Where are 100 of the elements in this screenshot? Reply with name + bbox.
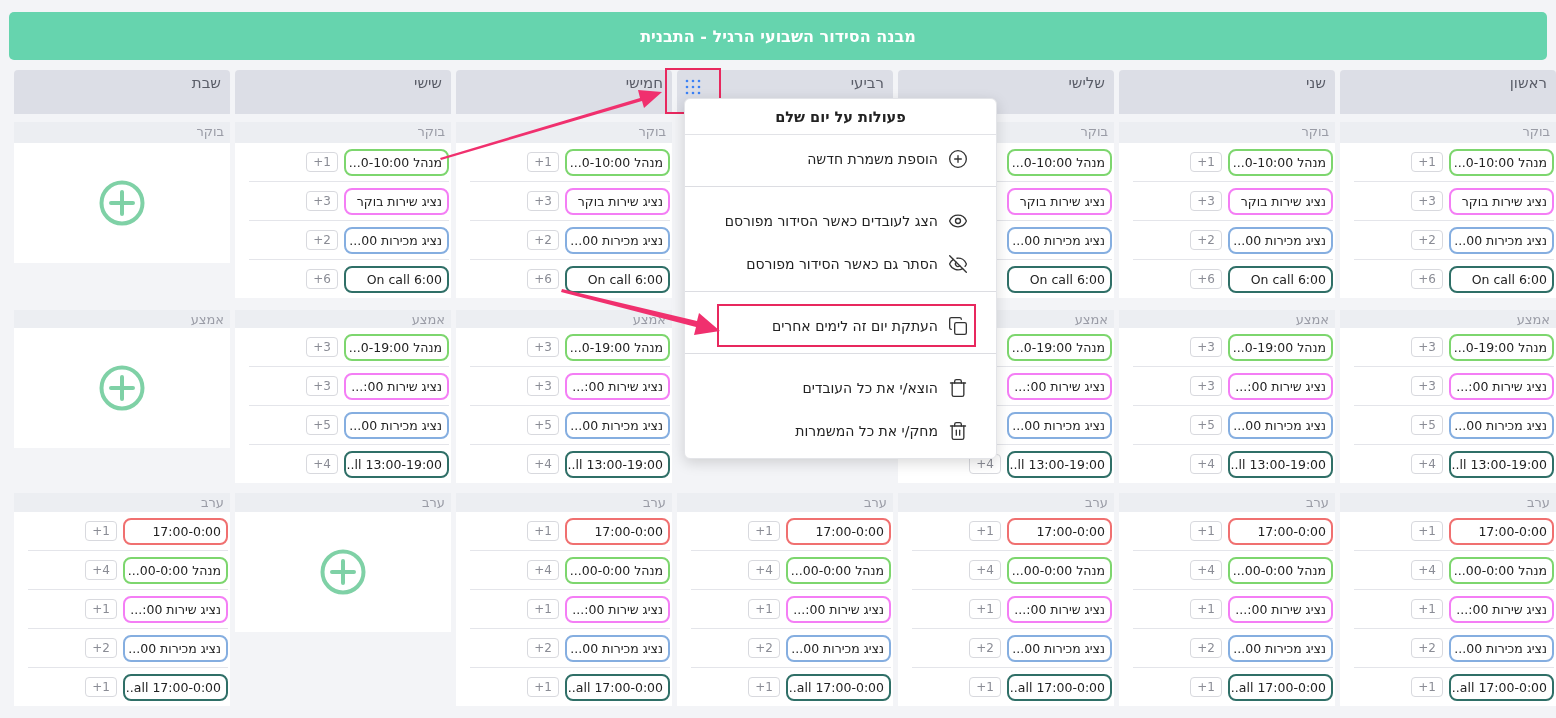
menu-item[interactable]: הוצא/י את כל העובדים: [717, 366, 976, 409]
shift-chip[interactable]: נציג שירות 00:...: [786, 595, 891, 623]
shift-chip[interactable]: נציג מכירות 00...: [1007, 634, 1112, 662]
shift-chip[interactable]: נציג שירות 00:...: [1449, 372, 1554, 400]
count-chip: +4: [748, 560, 780, 580]
shift-chip[interactable]: מנהל 0-10:00...: [565, 148, 670, 176]
count-chip: +3: [306, 376, 338, 396]
shift-chip[interactable]: נציג שירות 00:...: [1007, 372, 1112, 400]
count-chip: +1: [85, 677, 117, 697]
shift-chip[interactable]: מנהל 0-19:00...: [1228, 333, 1333, 361]
shift-chip[interactable]: מנהל 0-10:00...: [1228, 148, 1333, 176]
shift-chip[interactable]: מנהל 00-0:00...: [565, 556, 670, 584]
shift-chip[interactable]: 13:00-19:00 ll...: [1449, 450, 1554, 478]
shift-chip[interactable]: נציג שירות 00:...: [1228, 372, 1333, 400]
shift-chip[interactable]: On call 6:00: [565, 265, 670, 293]
shift-chip[interactable]: נציג מכירות 00...: [1228, 411, 1333, 439]
shift-chip[interactable]: נציג מכירות 00...: [565, 226, 670, 254]
shift-chip[interactable]: מנהל 0-10:00...: [1449, 148, 1554, 176]
count-chip: +4: [969, 560, 1001, 580]
shift-chip[interactable]: מנהל 0-19:00...: [1007, 333, 1112, 361]
menu-item[interactable]: הצג לעובדים כאשר הסידור מפורסם: [714, 199, 976, 242]
shift-chip[interactable]: On call 6:00: [1449, 265, 1554, 293]
shift-chip[interactable]: מנהל 00-0:00...: [1007, 556, 1112, 584]
shift-chip[interactable]: 17:00-0:00: [1228, 517, 1333, 545]
shift-chip[interactable]: נציג שירות בוקר: [344, 187, 449, 215]
shift-chip[interactable]: 13:00-19:00 ll...: [344, 450, 449, 478]
count-chip: +6: [306, 269, 338, 289]
add-shift-button[interactable]: [320, 549, 366, 595]
shift-chip[interactable]: 17:00-0:00: [123, 517, 228, 545]
shift-chip[interactable]: נציג שירות 00:...: [123, 595, 228, 623]
count-chip: +1: [85, 521, 117, 541]
count-chip: +1: [1190, 521, 1222, 541]
plus-circle-icon: [948, 148, 968, 169]
shift-chip[interactable]: מנהל 0-19:00...: [344, 333, 449, 361]
count-chip: +3: [527, 337, 559, 357]
shift-chip[interactable]: מנהל 0-10:00...: [344, 148, 449, 176]
shift-chip[interactable]: נציג מכירות 00...: [1228, 226, 1333, 254]
shift-chip[interactable]: נציג מכירות 00...: [1449, 634, 1554, 662]
shift-chip[interactable]: 13:00-19:00 ll...: [565, 450, 670, 478]
shift-chip[interactable]: מנהל 00-0:00...: [1449, 556, 1554, 584]
shift-chip[interactable]: נציג מכירות 00...: [565, 634, 670, 662]
shift-chip[interactable]: נציג שירות 00:...: [565, 595, 670, 623]
shift-chip[interactable]: נציג מכירות 00...: [1228, 634, 1333, 662]
shift-chip[interactable]: נציג מכירות 00...: [123, 634, 228, 662]
trash-icon: [948, 377, 968, 398]
shift-chip[interactable]: 17:00-0:00 all...: [1449, 673, 1554, 701]
shift-chip[interactable]: מנהל 0-10:00...: [1007, 148, 1112, 176]
shift-chip[interactable]: מנהל 00-0:00...: [786, 556, 891, 584]
add-shift-button[interactable]: [99, 365, 145, 411]
shift-chip[interactable]: 17:00-0:00 all...: [565, 673, 670, 701]
shift-chip[interactable]: מנהל 00-0:00...: [123, 556, 228, 584]
shift-chip[interactable]: 17:00-0:00: [565, 517, 670, 545]
shift-chip[interactable]: נציג שירות 00:...: [1228, 595, 1333, 623]
shift-chip[interactable]: נציג מכירות 00...: [786, 634, 891, 662]
count-chip: +2: [1190, 638, 1222, 658]
menu-item[interactable]: מחק/י את כל המשמרות: [717, 409, 976, 452]
shift-chip[interactable]: מנהל 0-19:00...: [1449, 333, 1554, 361]
shift-chip[interactable]: 17:00-0:00 all...: [1007, 673, 1112, 701]
shift-chip[interactable]: נציג שירות 00:...: [1007, 595, 1112, 623]
count-chip: +1: [748, 677, 780, 697]
shift-chip[interactable]: נציג שירות 00:...: [344, 372, 449, 400]
shift-chip[interactable]: 13:00-19:00 ll...: [1228, 450, 1333, 478]
shift-chip[interactable]: נציג שירות בוקר: [1449, 187, 1554, 215]
shift-chip[interactable]: נציג מכירות 00...: [565, 411, 670, 439]
shift-chip[interactable]: נציג שירות 00:...: [1449, 595, 1554, 623]
shift-chip[interactable]: 17:00-0:00 all...: [1228, 673, 1333, 701]
shift-chip[interactable]: 17:00-0:00: [786, 517, 891, 545]
shift-chip[interactable]: On call 6:00: [1228, 265, 1333, 293]
shift-chip[interactable]: מנהל 0-19:00...: [565, 333, 670, 361]
count-chip: +4: [527, 454, 559, 474]
shift-chip[interactable]: מנהל 00-0:00...: [1228, 556, 1333, 584]
count-chip: +3: [527, 191, 559, 211]
shift-chip[interactable]: נציג שירות בוקר: [1007, 187, 1112, 215]
menu-item[interactable]: הסתר גם כאשר הסידור מפורסם: [717, 242, 976, 285]
shift-chip[interactable]: נציג שירות בוקר: [1228, 187, 1333, 215]
shift-chip[interactable]: On call 6:00: [344, 265, 449, 293]
add-circle-icon: [320, 549, 366, 595]
shift-chip[interactable]: נציג מכירות 00...: [1449, 226, 1554, 254]
section-label: בוקר: [1340, 122, 1556, 146]
shift-chip[interactable]: נציג מכירות 00...: [1007, 226, 1112, 254]
shift-chip[interactable]: 17:00-0:00: [1449, 517, 1554, 545]
section-label: בוקר: [1119, 122, 1335, 146]
count-chip: +1: [85, 599, 117, 619]
shift-chip[interactable]: נציג שירות 00:...: [565, 372, 670, 400]
shift-chip[interactable]: נציג שירות בוקר: [565, 187, 670, 215]
count-chip: +1: [1190, 599, 1222, 619]
count-chip: +2: [748, 638, 780, 658]
count-chip: +1: [527, 152, 559, 172]
shift-chip[interactable]: נציג מכירות 00...: [344, 411, 449, 439]
shift-chip[interactable]: 17:00-0:00: [1007, 517, 1112, 545]
shift-chip[interactable]: נציג מכירות 00...: [1449, 411, 1554, 439]
count-chip: +1: [306, 152, 338, 172]
shift-chip[interactable]: On call 6:00: [1007, 265, 1112, 293]
shift-chip[interactable]: 13:00-19:00 ll...: [1007, 450, 1112, 478]
shift-chip[interactable]: נציג מכירות 00...: [1007, 411, 1112, 439]
shift-chip[interactable]: 17:00-0:00 all...: [786, 673, 891, 701]
add-shift-button[interactable]: [99, 180, 145, 226]
shift-chip[interactable]: 17:00-0:00 all...: [123, 673, 228, 701]
shift-chip[interactable]: נציג מכירות 00...: [344, 226, 449, 254]
menu-item[interactable]: העתקת יום זה לימים אחרים: [717, 304, 976, 347]
